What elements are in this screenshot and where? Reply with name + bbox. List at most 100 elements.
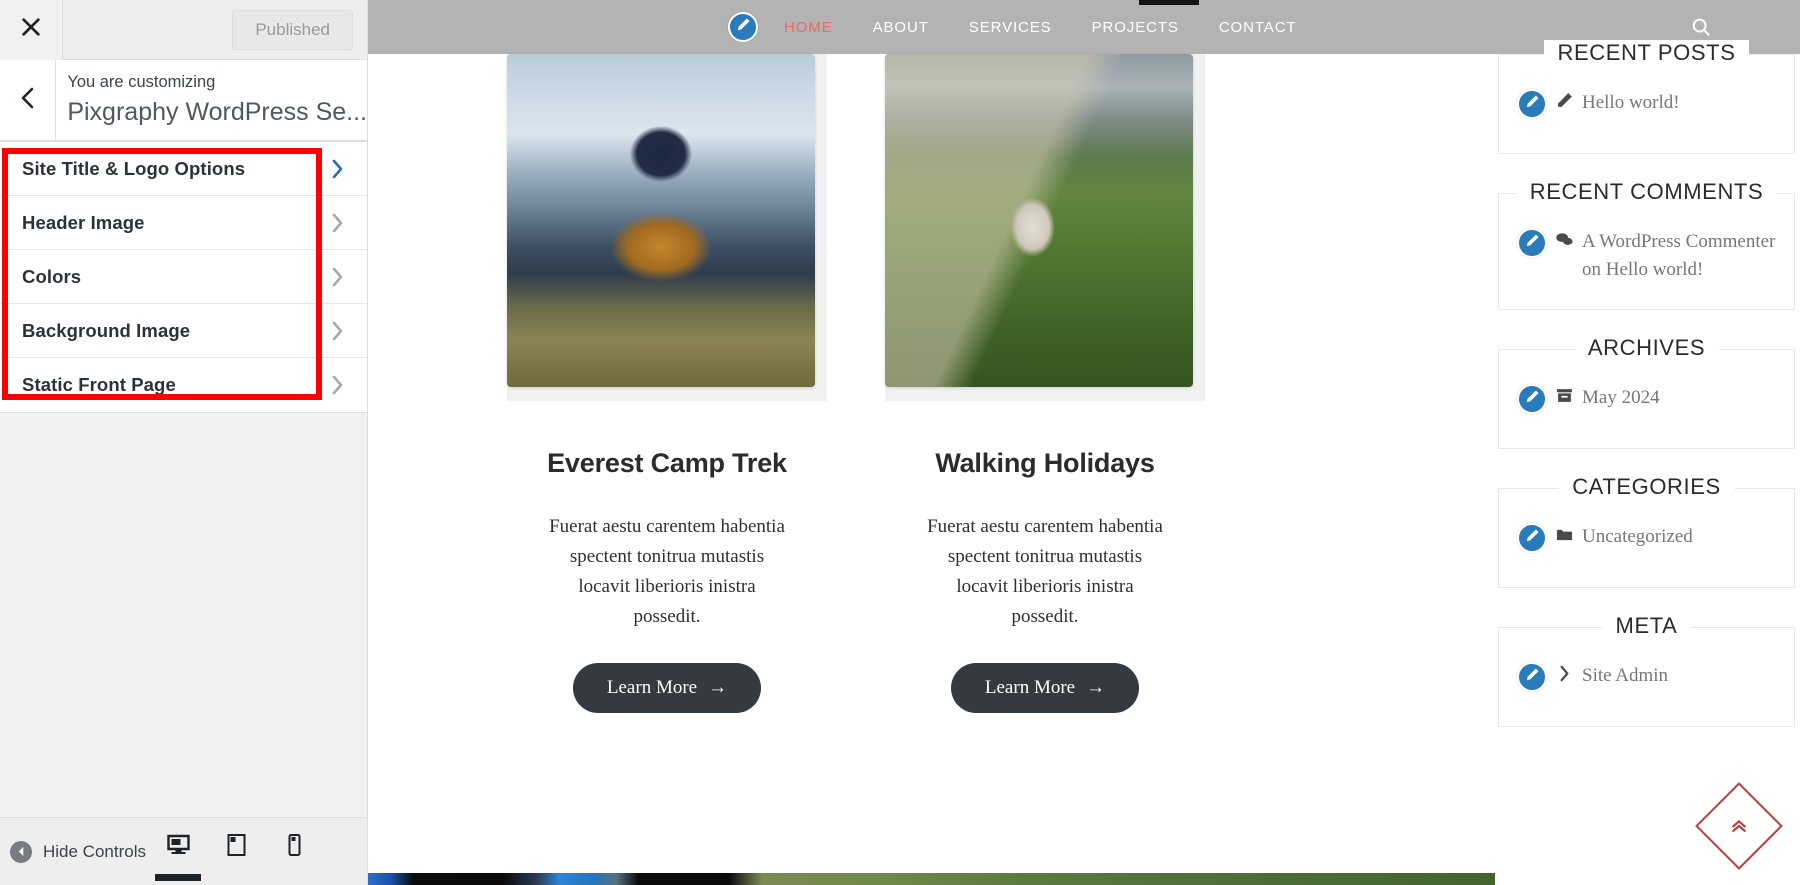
service-cards: Everest Camp Trek Fuerat aestu carentem h… (368, 54, 1495, 714)
customizer-panel-item-3[interactable]: Background Image (0, 304, 367, 358)
customizer-sidebar: Published You are customizing Pixgraphy … (0, 0, 368, 885)
card-button-wrap: Learn More → (885, 663, 1205, 714)
card-image (885, 54, 1193, 387)
customizer-panel-item-0[interactable]: Site Title & Logo Options (0, 142, 367, 196)
service-card: Walking Holidays Fuerat aestu carentem ha… (885, 54, 1205, 714)
scroll-to-top-button[interactable] (1695, 782, 1783, 870)
pencil-edit-icon (1525, 233, 1540, 253)
widget-title: CATEGORIES (1558, 474, 1735, 501)
site-preview: HOME ABOUT SERVICES PROJECTS CONTACT Everest… (368, 0, 1800, 885)
preview-top-marker (1139, 0, 1199, 5)
edit-shortcut-nav-button[interactable] (728, 12, 758, 42)
widget-row: May 2024 (1517, 384, 1776, 415)
widget-link[interactable]: Uncategorized (1582, 523, 1693, 551)
customizer-panel-item-4[interactable]: Static Front Page (0, 358, 367, 412)
card-image (507, 54, 815, 387)
widget-link[interactable]: Site Admin (1582, 662, 1668, 690)
edit-shortcut-button[interactable] (1517, 523, 1547, 554)
edit-shortcut-button[interactable] (1517, 228, 1547, 258)
customizer-panel-list-wrap: Site Title & Logo Options Header Image Col… (0, 141, 367, 817)
double-chevron-up-icon (1728, 815, 1750, 837)
chevron-right-icon (330, 157, 345, 181)
customizer-panel-item-label: Site Title & Logo Options (22, 157, 246, 179)
device-tablet-button[interactable] (221, 833, 251, 871)
pencil-edit-icon (1525, 528, 1540, 548)
widget-row: A WordPress Commenter on Hello world! (1517, 228, 1776, 283)
publish-area: Published (63, 9, 367, 50)
nav-link-services[interactable]: SERVICES (969, 19, 1052, 36)
chevron-right-icon (330, 211, 345, 235)
nav-link-projects[interactable]: PROJECTS (1092, 19, 1179, 36)
customizer-footer: Hide Controls (0, 817, 367, 885)
collapse-arrow-icon (10, 840, 32, 863)
card-description: Fuerat aestu carentem habentia spectent … (549, 516, 785, 628)
desktop-icon (166, 833, 191, 862)
widget-link[interactable]: May 2024 (1582, 384, 1660, 412)
nav-link-contact[interactable]: CONTACT (1219, 19, 1297, 36)
edit-shortcut-button[interactable] (1517, 384, 1547, 415)
mobile-icon (282, 833, 307, 862)
widget-recent-posts: RECENT POSTS Hello world! (1498, 40, 1795, 154)
learn-more-button[interactable]: Learn More → (572, 663, 762, 714)
back-button[interactable] (0, 59, 57, 141)
customizer-panel-item-label: Background Image (22, 319, 191, 341)
customizer-app: Published You are customizing Pixgraphy … (0, 0, 1800, 885)
widget-title: RECENT COMMENTS (1515, 179, 1778, 205)
customizer-panel-item-2[interactable]: Colors (0, 250, 367, 304)
customizing-site-title: Pixgraphy WordPress Se... (67, 98, 367, 127)
learn-more-label: Learn More (984, 677, 1076, 699)
search-button[interactable] (1690, 16, 1712, 43)
hide-controls-label: Hide Controls (43, 841, 146, 861)
folder-icon (1556, 523, 1573, 543)
pencil-edit-icon (1525, 94, 1540, 114)
sidebar-column: RECENT POSTS Hello world! RECENT COMMENTS A… (1495, 40, 1800, 885)
tablet-icon (224, 833, 249, 862)
learn-more-button[interactable]: Learn More → (950, 663, 1140, 714)
customizer-panel-item-1[interactable]: Header Image (0, 196, 367, 250)
chevron-left-icon (18, 86, 38, 115)
primary-navigation: HOME ABOUT SERVICES PROJECTS CONTACT (784, 19, 1297, 36)
widget-link[interactable]: A WordPress Commenter on Hello world! (1582, 228, 1776, 283)
card-title: Everest Camp Trek (547, 448, 787, 478)
close-customizer-button[interactable] (0, 0, 63, 60)
widget-area: RECENT POSTS Hello world! RECENT COMMENTS A… (1495, 40, 1800, 728)
widget-title: META (1601, 613, 1692, 640)
customizer-topbar: Published (0, 0, 367, 60)
device-desktop-button[interactable] (155, 833, 201, 881)
card-image-frame (507, 54, 827, 401)
customizer-panel-item-label: Header Image (22, 211, 145, 233)
close-icon (20, 16, 42, 43)
service-card: Everest Camp Trek Fuerat aestu carentem h… (507, 54, 827, 714)
card-button-wrap: Learn More → (507, 663, 827, 714)
publish-button[interactable]: Published (232, 9, 353, 50)
card-description: Fuerat aestu carentem habentia spectent … (927, 516, 1163, 628)
chevron-right-icon (330, 373, 345, 397)
chevron-right-icon (330, 265, 345, 289)
widget-row: Uncategorized (1517, 523, 1776, 554)
nav-link-home[interactable]: HOME (784, 19, 833, 36)
edit-shortcut-button[interactable] (1517, 89, 1547, 119)
device-preview-group (155, 833, 351, 881)
device-mobile-button[interactable] (279, 833, 309, 871)
edit-shortcut-button[interactable] (1517, 662, 1547, 693)
pencil-edit-icon (736, 17, 751, 37)
preview-body: Everest Camp Trek Fuerat aestu carentem h… (368, 40, 1800, 885)
widget-title: ARCHIVES (1573, 335, 1720, 362)
widget-archives: ARCHIVES May 2024 (1498, 335, 1795, 450)
pencil-edit-icon (1525, 667, 1540, 687)
chevron-right-icon (330, 319, 345, 343)
nav-link-about[interactable]: ABOUT (873, 19, 929, 36)
widget-row: Hello world! (1517, 89, 1776, 119)
pencil-edit-icon (1525, 389, 1540, 409)
widget-categories: CATEGORIES Uncategorized (1498, 474, 1795, 589)
widget-link[interactable]: Hello world! (1582, 89, 1680, 117)
widget-row: Site Admin (1517, 662, 1776, 693)
customizer-header: You are customizing Pixgraphy WordPress … (0, 59, 367, 141)
chevron-right-icon (1556, 662, 1573, 682)
content-column: Everest Camp Trek Fuerat aestu carentem h… (368, 54, 1495, 885)
archive-box-icon (1556, 384, 1573, 404)
customizer-title-block: You are customizing Pixgraphy WordPress … (56, 72, 367, 129)
card-title: Walking Holidays (935, 448, 1155, 478)
customizer-panel-item-label: Colors (22, 265, 82, 287)
hide-controls-button[interactable]: Hide Controls (10, 840, 146, 863)
